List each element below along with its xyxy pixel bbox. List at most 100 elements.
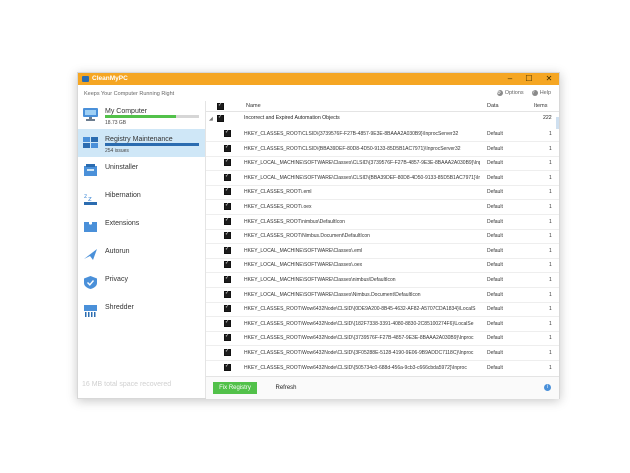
table-row[interactable]: HKEY_CLASSES_ROOT\Wow6432Node\CLSID\{373… — [206, 330, 559, 347]
refresh-button[interactable]: Refresh — [269, 382, 303, 394]
table-row[interactable]: HKEY_CLASSES_ROOT\Wow6432Node\CLSID\{0DE… — [206, 301, 559, 318]
gear-icon: ⚙ — [496, 90, 503, 96]
row-checkbox[interactable] — [224, 202, 231, 210]
table-row[interactable]: HKEY_CLASSES_ROOT\.oex Default 1 — [206, 199, 559, 215]
table-row[interactable]: HKEY_CLASSES_ROOT\Nimbus.Document\Defaul… — [206, 228, 559, 245]
group-checkbox[interactable] — [217, 114, 224, 122]
registry-key: HKEY_CLASSES_ROOT\.eml — [244, 189, 312, 196]
registry-key: HKEY_LOCAL_MACHINE\SOFTWARE\Classes\.oex — [244, 262, 363, 269]
registry-item-count: 1 — [549, 218, 552, 225]
registry-key: HKEY_LOCAL_MACHINE\SOFTWARE\Classes\CLSI… — [244, 174, 480, 181]
table-header: Name Data Items — [206, 101, 559, 112]
row-checkbox[interactable] — [224, 348, 231, 356]
autorun-icon — [84, 249, 97, 260]
table-row[interactable]: HKEY_LOCAL_MACHINE\SOFTWARE\Classes\.oex… — [206, 257, 559, 274]
registry-data: Default — [487, 262, 503, 269]
registry-key: HKEY_LOCAL_MACHINE\SOFTWARE\Classes\nimb… — [244, 277, 396, 283]
registry-key: HKEY_LOCAL_MACHINE\SOFTWARE\Classes\.eml — [244, 247, 363, 254]
svg-text:z: z — [88, 195, 92, 203]
registry-data: Default — [487, 160, 503, 167]
sidebar-item-uninstaller[interactable]: Uninstaller — [78, 157, 205, 185]
row-checkbox[interactable] — [224, 363, 231, 371]
sidebar-item-label: Uninstaller — [105, 164, 139, 171]
table-row[interactable]: HKEY_LOCAL_MACHINE\SOFTWARE\Classes\Nimb… — [206, 287, 559, 303]
sidebar-item-my-computer[interactable]: My Computer 18.73 GB — [78, 101, 205, 129]
sidebar-item-shredder[interactable]: Shredder — [78, 297, 205, 325]
sidebar-item-hibernation[interactable]: z z Hibernation — [78, 185, 205, 213]
table-row[interactable]: HKEY_CLASSES_ROOT\Wow6432Node\CLSID\{3F0… — [206, 345, 559, 361]
table-row[interactable]: HKEY_LOCAL_MACHINE\SOFTWARE\Classes\CLSI… — [206, 170, 559, 186]
registry-data: Default — [487, 350, 503, 356]
close-button[interactable]: ✕ — [539, 73, 559, 85]
info-icon[interactable]: i — [544, 384, 551, 391]
registry-table-panel: Name Data Items ◢ Incorrect and Expired … — [206, 101, 559, 399]
table-row[interactable]: HKEY_CLASSES_ROOT\CLSID\{BBA39DEF-80D8-4… — [206, 141, 559, 157]
table-row[interactable]: HKEY_CLASSES_ROOT\nimbus\DefaultIcon Defa… — [206, 214, 559, 230]
options-link[interactable]: ⚙ Options — [496, 90, 524, 96]
registry-item-count: 1 — [549, 247, 552, 254]
row-checkbox[interactable] — [224, 304, 231, 313]
scrollbar[interactable] — [556, 113, 559, 375]
row-checkbox[interactable] — [224, 129, 231, 137]
registry-data: Default — [487, 291, 503, 298]
help-icon: ? — [531, 90, 538, 96]
registry-data: Default — [487, 247, 503, 254]
group-count: 222 — [543, 115, 552, 121]
registry-data: Default — [487, 218, 503, 225]
column-header-data[interactable]: Data — [487, 103, 499, 109]
table-row[interactable]: HKEY_CLASSES_ROOT\Wow6432Node\CLSID\{182… — [206, 316, 559, 332]
minimize-button[interactable]: – — [500, 73, 520, 85]
sidebar-item-privacy[interactable]: Privacy — [78, 269, 205, 297]
sidebar: My Computer 18.73 GB Registry Maintenanc… — [78, 101, 206, 398]
row-checkbox[interactable] — [224, 158, 231, 167]
help-link[interactable]: ? Help — [531, 90, 551, 96]
scrollbar-thumb[interactable] — [556, 117, 559, 129]
registry-data: Default — [487, 335, 503, 342]
title-bar[interactable]: CleanMyPC – ☐ ✕ — [78, 73, 559, 85]
table-row[interactable]: HKEY_CLASSES_ROOT\Wow6432Node\CLSID\{505… — [206, 360, 559, 374]
row-checkbox[interactable] — [224, 246, 231, 254]
row-checkbox[interactable] — [224, 260, 231, 269]
sidebar-item-label: Hibernation — [105, 192, 141, 199]
tagline: Keeps Your Computer Running Right — [84, 91, 175, 97]
window-title: CleanMyPC — [92, 75, 128, 82]
sidebar-item-label: Shredder — [105, 304, 134, 311]
app-window: CleanMyPC – ☐ ✕ Keeps Your Computer Runn… — [77, 72, 560, 399]
row-checkbox[interactable] — [224, 275, 231, 283]
sidebar-item-extensions[interactable]: Extensions — [78, 213, 205, 241]
disk-size: 18.73 GB — [105, 120, 127, 126]
row-checkbox[interactable] — [224, 187, 231, 196]
registry-data: Default — [487, 277, 503, 283]
registry-item-count: 1 — [549, 160, 552, 167]
row-checkbox[interactable] — [224, 319, 231, 327]
fix-registry-button[interactable]: Fix Registry — [213, 382, 257, 394]
registry-key: HKEY_CLASSES_ROOT\CLSID\{3739576F-F27B-4… — [244, 131, 459, 137]
registry-key: HKEY_CLASSES_ROOT\.oex — [244, 204, 312, 210]
table-row[interactable]: HKEY_LOCAL_MACHINE\SOFTWARE\Classes\.eml… — [206, 243, 559, 259]
row-checkbox[interactable] — [224, 333, 231, 342]
maximize-button[interactable]: ☐ — [519, 73, 539, 85]
row-checkbox[interactable] — [224, 173, 231, 181]
group-name: Incorrect and Expired Automation Objects — [244, 115, 340, 121]
registry-key: HKEY_CLASSES_ROOT\Wow6432Node\CLSID\{505… — [244, 364, 467, 371]
registry-key: HKEY_CLASSES_ROOT\nimbus\DefaultIcon — [244, 218, 345, 225]
row-checkbox[interactable] — [224, 217, 231, 225]
registry-key: HKEY_CLASSES_ROOT\Wow6432Node\CLSID\{0DE… — [244, 306, 476, 313]
table-row[interactable]: HKEY_LOCAL_MACHINE\SOFTWARE\Classes\CLSI… — [206, 155, 559, 172]
select-all-checkbox[interactable] — [217, 102, 224, 110]
collapse-arrow-icon[interactable]: ◢ — [209, 116, 213, 122]
sidebar-item-autorun[interactable]: Autorun — [78, 241, 205, 269]
table-row[interactable]: HKEY_LOCAL_MACHINE\SOFTWARE\Classes\nimb… — [206, 272, 559, 288]
row-checkbox[interactable] — [224, 144, 231, 152]
group-row[interactable]: ◢ Incorrect and Expired Automation Objec… — [206, 113, 559, 125]
table-row[interactable]: HKEY_CLASSES_ROOT\.eml Default 1 — [206, 184, 559, 201]
sidebar-item-registry-maintenance[interactable]: Registry Maintenance 254 issues — [78, 129, 205, 157]
table-row[interactable]: HKEY_CLASSES_ROOT\CLSID\{3739576F-F27B-4… — [206, 126, 559, 142]
column-header-items[interactable]: Items — [534, 103, 547, 109]
column-header-name[interactable]: Name — [246, 103, 261, 109]
row-checkbox[interactable] — [224, 290, 231, 298]
row-checkbox[interactable] — [224, 231, 231, 240]
app-logo-icon — [82, 76, 89, 82]
uninstaller-icon — [84, 164, 97, 176]
registry-item-count: 1 — [549, 262, 552, 269]
